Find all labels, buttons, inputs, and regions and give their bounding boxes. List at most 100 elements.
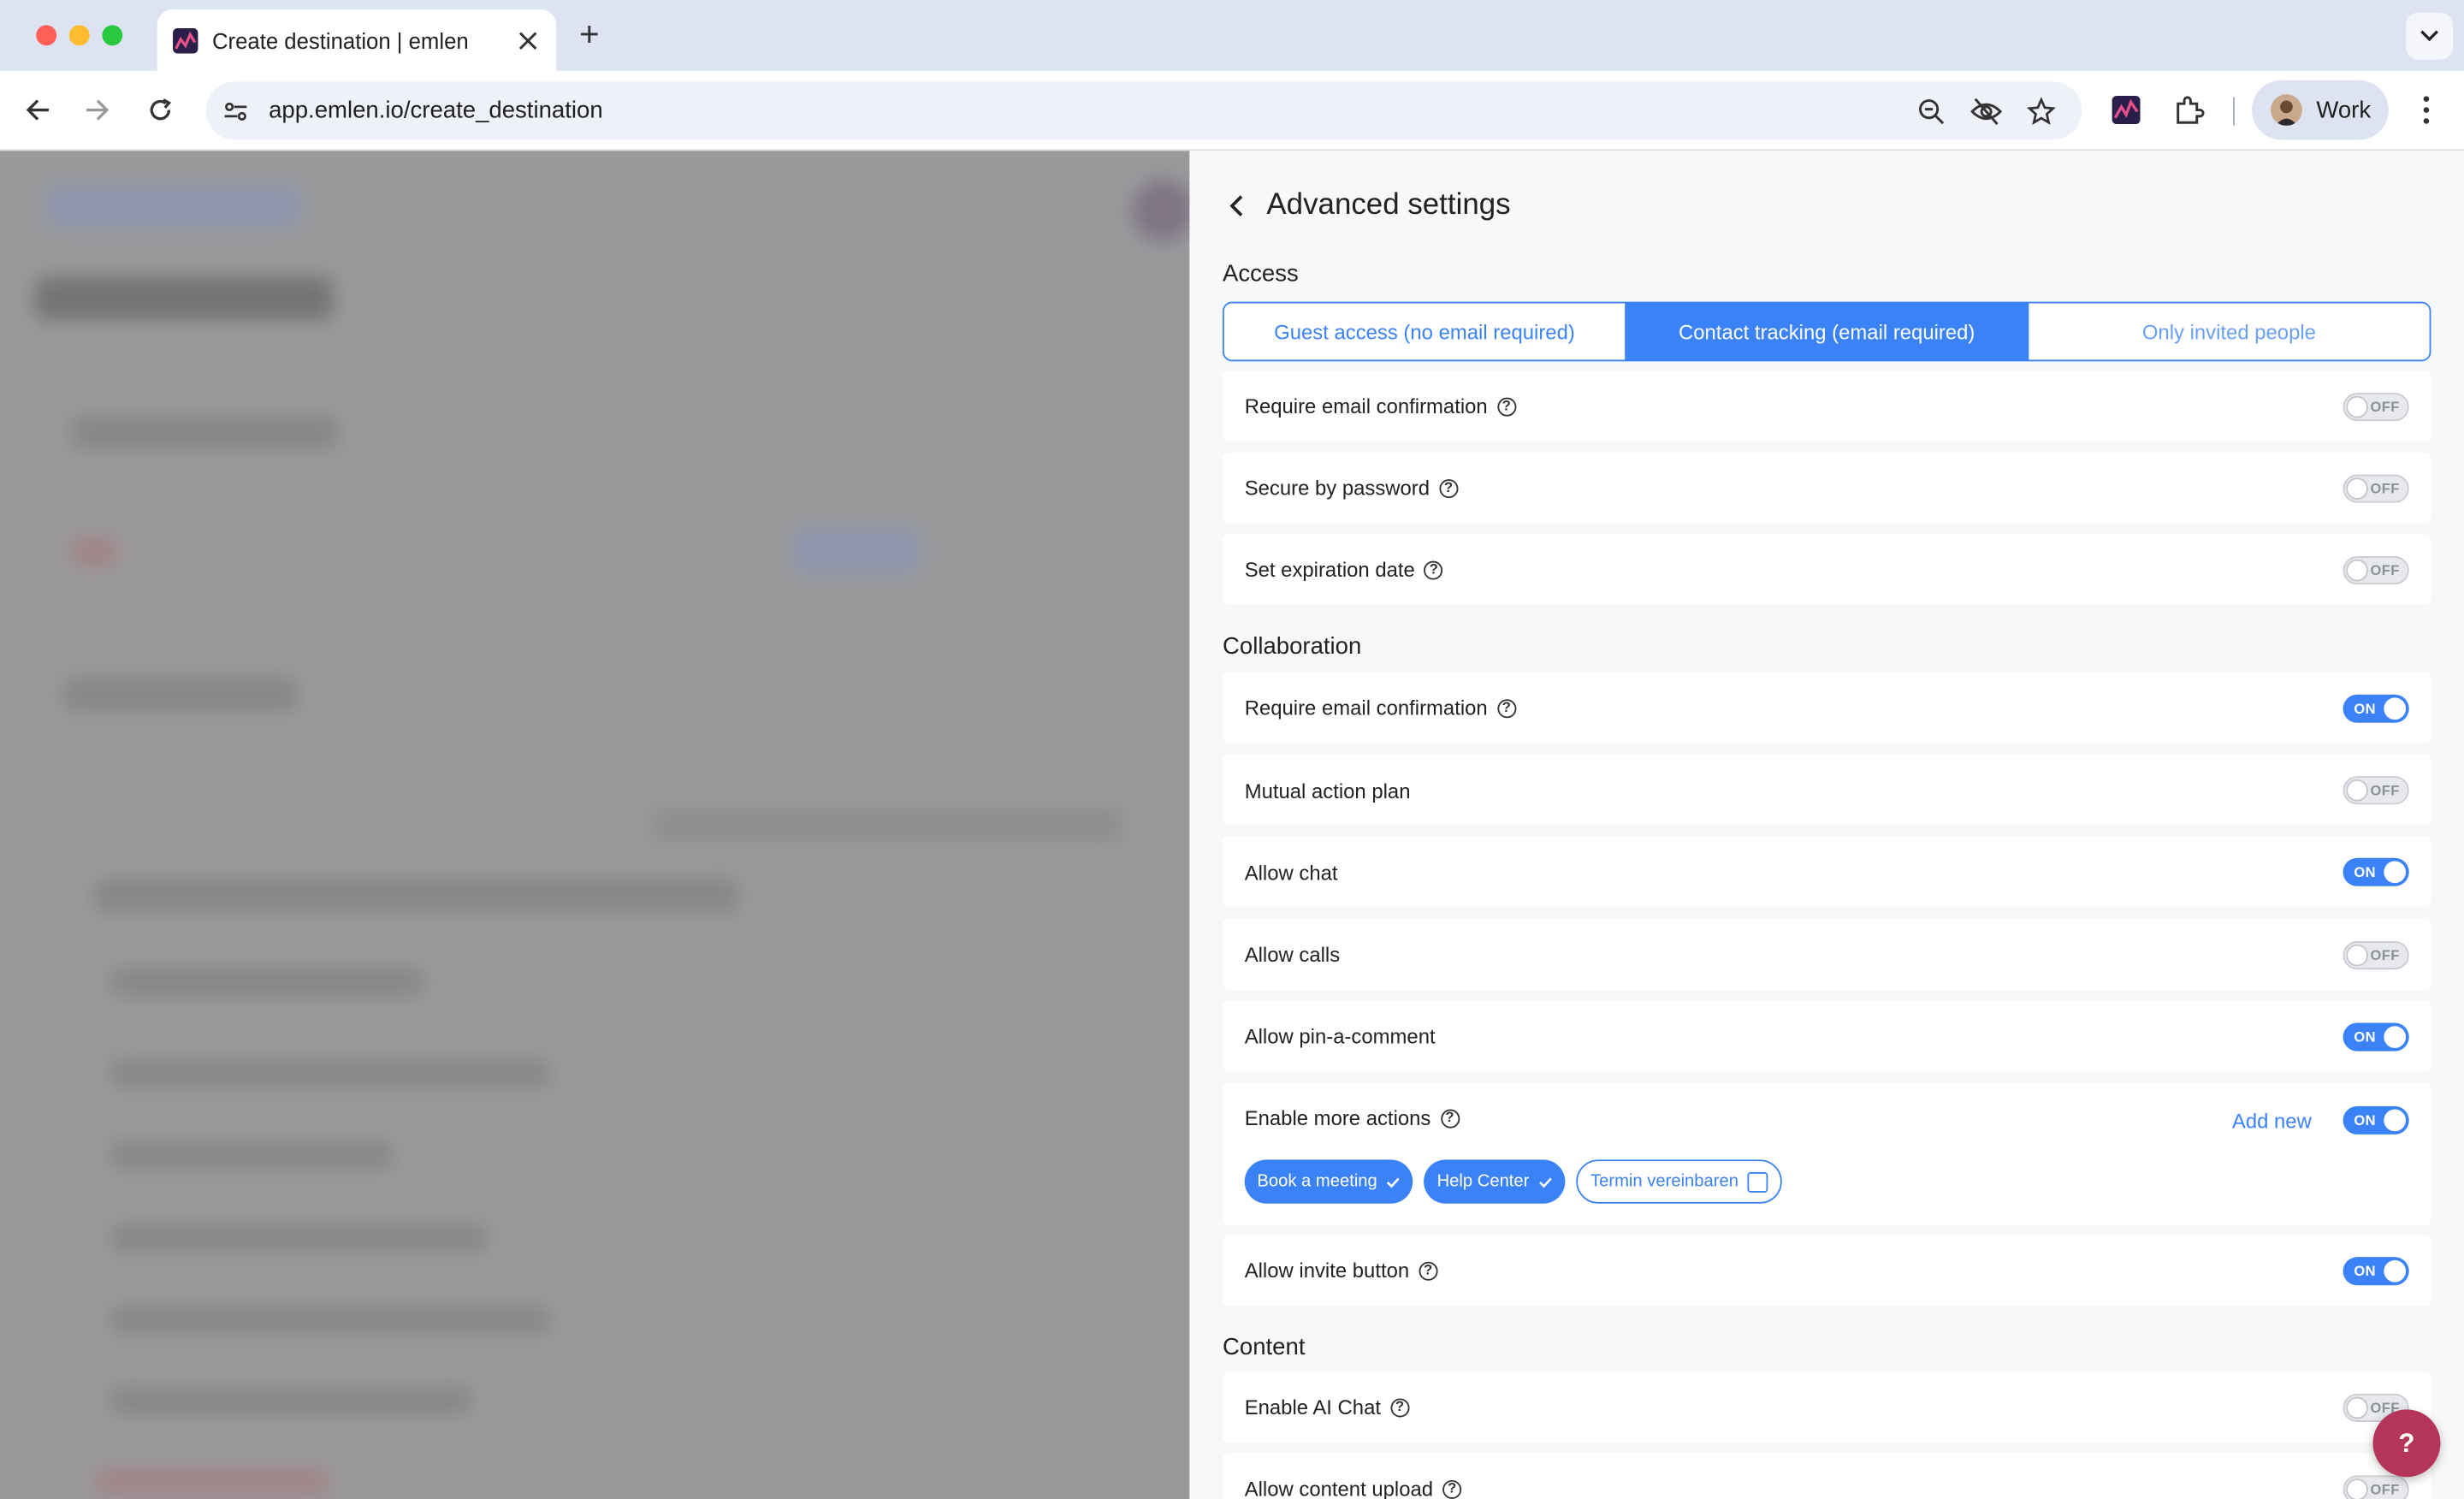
site-info-icon[interactable]	[218, 94, 252, 128]
add-new-action-link[interactable]: Add new	[2232, 1110, 2312, 1134]
new-tab-button[interactable]: +	[572, 16, 607, 53]
screen: Create destination | emlen + app.emlen.i…	[0, 0, 2464, 1499]
action-chip-book-a-meeting[interactable]: Book a meeting	[1244, 1159, 1414, 1204]
toggle-knob	[2384, 861, 2407, 884]
toggle-state-label: ON	[2354, 701, 2376, 717]
access-segmented-control: Guest access (no email required) Contact…	[1222, 301, 2431, 362]
chip-label: Termin vereinbaren	[1590, 1172, 1738, 1192]
back-button[interactable]	[17, 90, 58, 131]
help-icon[interactable]: ?	[1442, 1479, 1462, 1499]
address-bar[interactable]: app.emlen.io/create_destination	[205, 81, 2082, 140]
back-chevron-icon[interactable]	[1221, 190, 1253, 222]
setting-row-expiration-date: Set expiration date? OFF	[1222, 534, 2431, 606]
help-icon[interactable]: ?	[1496, 698, 1516, 718]
toggle-collab-email-confirmation[interactable]: ON	[2343, 694, 2409, 723]
url-text: app.emlen.io/create_destination	[269, 97, 603, 125]
help-icon[interactable]: ?	[1439, 478, 1459, 498]
toggle-allow-invite-button[interactable]: ON	[2343, 1257, 2409, 1286]
toggle-knob	[2384, 1259, 2407, 1283]
toggle-knob	[2384, 1109, 2407, 1132]
setting-label-text: Allow content upload	[1244, 1477, 1434, 1499]
tab-search-button[interactable]	[2406, 12, 2454, 60]
toggle-knob	[2346, 1396, 2368, 1419]
toggle-allow-chat[interactable]: ON	[2343, 857, 2409, 886]
minimize-window-button[interactable]	[68, 25, 90, 46]
advanced-settings-panel: Advanced settings Access Guest access (n…	[1189, 151, 2464, 1499]
browser-tab[interactable]: Create destination | emlen	[157, 9, 557, 71]
section-title-content: Content	[1222, 1334, 1306, 1361]
setting-row-access-email-confirmation: Require email confirmation? OFF	[1222, 370, 2431, 442]
extensions-puzzle-icon[interactable]	[2169, 90, 2210, 131]
toggle-allow-calls[interactable]: OFF	[2343, 941, 2409, 970]
setting-row-allow-calls: Allow calls OFF	[1222, 919, 2431, 990]
help-chat-button[interactable]: ?	[2372, 1409, 2441, 1478]
setting-row-enable-ai-chat: Enable AI Chat? OFF	[1222, 1372, 2431, 1443]
access-option-guest[interactable]: Guest access (no email required)	[1224, 303, 1627, 360]
toggle-allow-pin-a-comment[interactable]: ON	[2343, 1022, 2409, 1052]
zoom-icon[interactable]	[1914, 94, 1948, 128]
toggle-enable-more-actions[interactable]: ON	[2343, 1105, 2409, 1135]
section-title-access: Access	[1222, 260, 1299, 288]
close-tab-icon[interactable]	[512, 24, 544, 56]
action-chip-termin-vereinbaren[interactable]: Termin vereinbaren	[1576, 1159, 1783, 1204]
emlen-extension-icon[interactable]	[2106, 90, 2147, 131]
forward-button[interactable]	[77, 90, 118, 131]
close-window-button[interactable]	[36, 25, 57, 46]
check-icon	[1538, 1176, 1553, 1188]
setting-label-text: Allow pin-a-comment	[1244, 1024, 1436, 1048]
setting-label-text: Enable more actions	[1244, 1105, 1431, 1130]
toggle-state-label: OFF	[2370, 782, 2400, 798]
action-chip-help-center[interactable]: Help Center	[1424, 1159, 1566, 1204]
section-title-collaboration: Collaboration	[1222, 633, 1362, 661]
maximize-window-button[interactable]	[102, 25, 123, 46]
toggle-knob	[2384, 697, 2407, 720]
toolbar-divider	[2233, 97, 2235, 126]
toggle-access-email-confirmation[interactable]: OFF	[2343, 393, 2409, 422]
toggle-knob	[2346, 559, 2368, 582]
setting-label: Allow content upload?	[1244, 1477, 1462, 1499]
setting-row-allow-pin-a-comment: Allow pin-a-comment ON	[1222, 1000, 2431, 1072]
setting-label-text: Secure by password	[1244, 476, 1430, 500]
setting-label-text: Set expiration date	[1244, 557, 1415, 582]
setting-label: Mutual action plan	[1245, 779, 1411, 803]
help-icon[interactable]: ?	[1440, 1108, 1460, 1128]
toggle-knob	[2346, 779, 2368, 802]
toggle-state-label: OFF	[2370, 562, 2400, 578]
reload-button[interactable]	[139, 90, 181, 131]
profile-name: Work	[2316, 96, 2372, 124]
window-controls	[36, 25, 123, 46]
action-chips: Book a meeting Help Center Termin verein…	[1244, 1159, 1783, 1204]
toggle-knob	[2346, 477, 2368, 500]
toggle-secure-by-password[interactable]: OFF	[2343, 474, 2409, 503]
setting-label-text: Mutual action plan	[1244, 779, 1411, 803]
help-icon[interactable]: ?	[1496, 396, 1516, 416]
toggle-mutual-action-plan[interactable]: OFF	[2343, 776, 2409, 805]
profile-button[interactable]: Work	[2252, 80, 2389, 140]
toggle-knob	[2346, 1478, 2368, 1499]
toggle-knob	[2346, 944, 2368, 967]
more-vertical-icon	[2423, 96, 2430, 124]
setting-label: Secure by password?	[1244, 476, 1459, 500]
toggle-allow-content-upload[interactable]: OFF	[2343, 1475, 2409, 1499]
setting-label: Require email confirmation?	[1245, 394, 1516, 418]
blurred-background-overlay[interactable]	[0, 151, 1190, 1499]
toggle-expiration-date[interactable]: OFF	[2343, 556, 2409, 585]
toggle-state-label: ON	[2354, 864, 2376, 880]
chevron-down-icon	[2420, 30, 2438, 42]
help-icon[interactable]: ?	[1419, 1260, 1438, 1280]
help-icon[interactable]: ?	[1390, 1397, 1410, 1417]
setting-row-secure-by-password: Secure by password? OFF	[1222, 452, 2431, 524]
bookmark-star-icon[interactable]	[2024, 94, 2058, 128]
setting-label-text: Allow chat	[1244, 861, 1338, 885]
access-option-invited-only[interactable]: Only invited people	[2029, 303, 2429, 359]
page: Advanced settings Access Guest access (n…	[0, 151, 2464, 1499]
help-icon[interactable]: ?	[1424, 560, 1443, 579]
toggle-state-label: OFF	[2370, 1481, 2400, 1498]
avatar	[2271, 94, 2302, 126]
chip-label: Help Center	[1436, 1172, 1530, 1192]
setting-row-allow-chat: Allow chat ON	[1222, 836, 2431, 907]
browser-menu-button[interactable]	[2408, 90, 2445, 131]
access-option-contact-tracking[interactable]: Contact tracking (email required)	[1626, 303, 2029, 360]
setting-row-mutual-action-plan: Mutual action plan OFF	[1222, 754, 2431, 826]
eye-off-icon[interactable]	[1969, 94, 2003, 128]
